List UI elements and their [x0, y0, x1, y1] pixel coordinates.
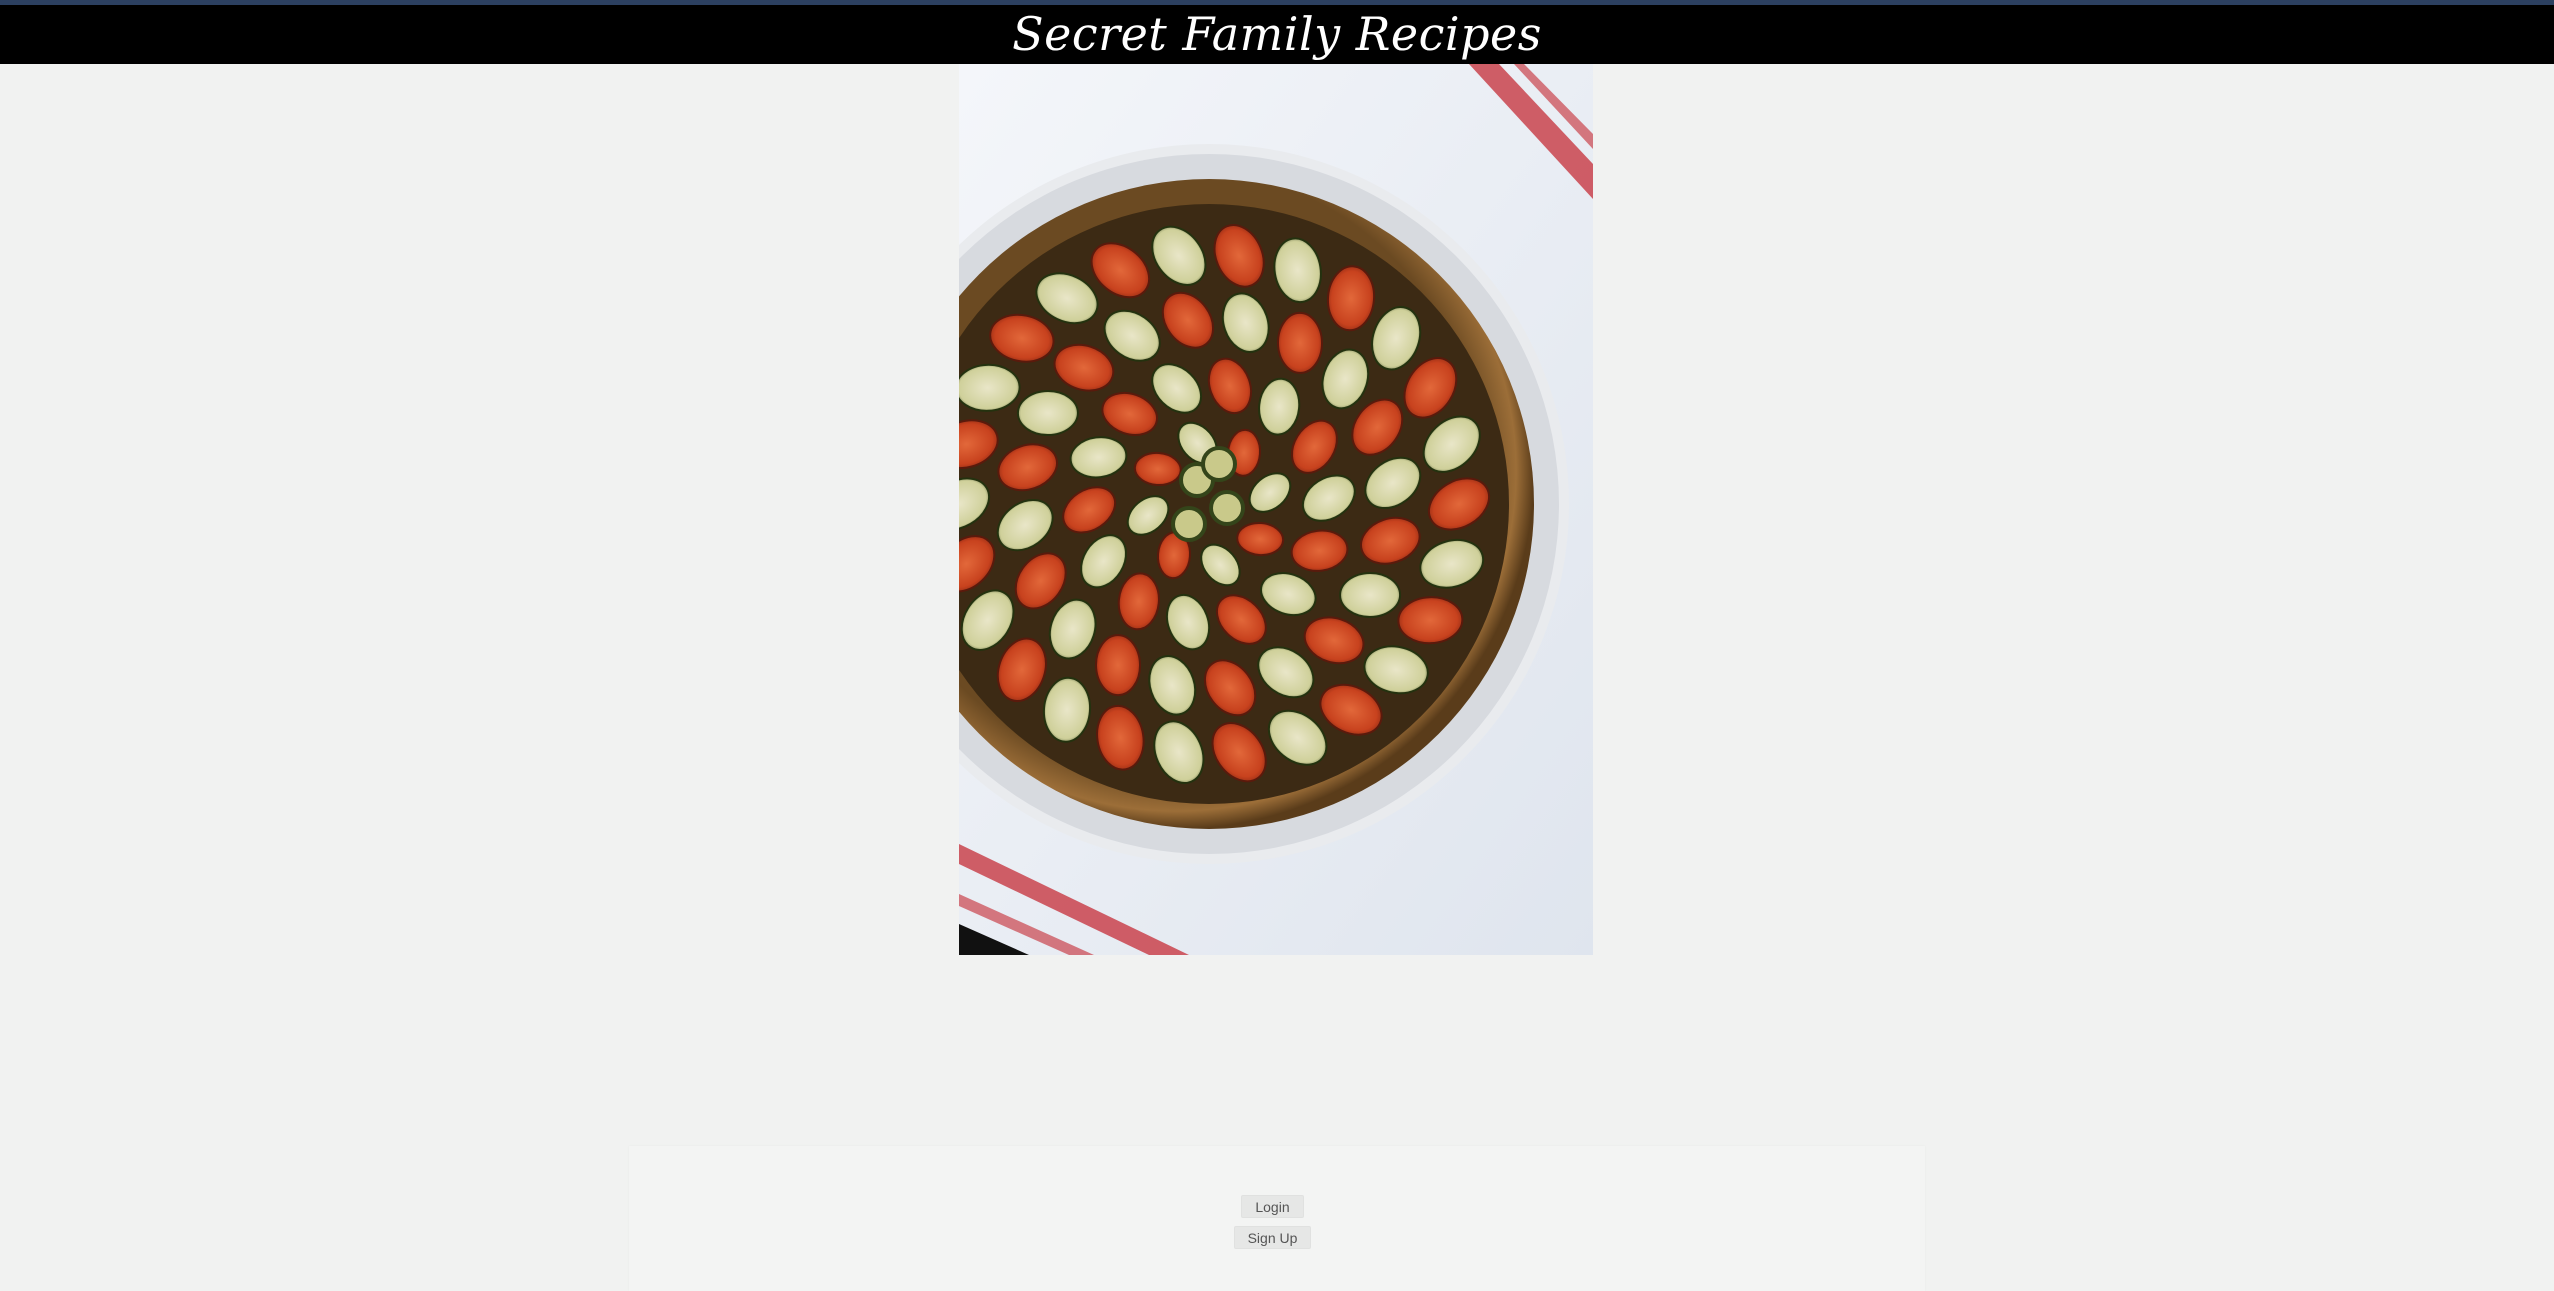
zucchini-roll: [1171, 506, 1207, 542]
site-header: Secret Family Recipes: [0, 5, 2554, 64]
tomato-slice: [1276, 311, 1323, 374]
site-title: Secret Family Recipes: [1012, 7, 1542, 61]
auth-panel: Login Sign Up: [629, 1146, 1925, 1291]
zucchini-roll: [1201, 446, 1237, 482]
signup-button[interactable]: Sign Up: [1234, 1226, 1311, 1249]
zucchini-slice: [1016, 390, 1079, 437]
login-button[interactable]: Login: [1241, 1195, 1304, 1218]
tart-photo: [959, 64, 1593, 955]
hero-image: [959, 64, 1593, 955]
zucchini-slice: [1339, 571, 1402, 618]
zucchini-roll: [1209, 490, 1245, 526]
tomato-slice: [1095, 634, 1142, 697]
